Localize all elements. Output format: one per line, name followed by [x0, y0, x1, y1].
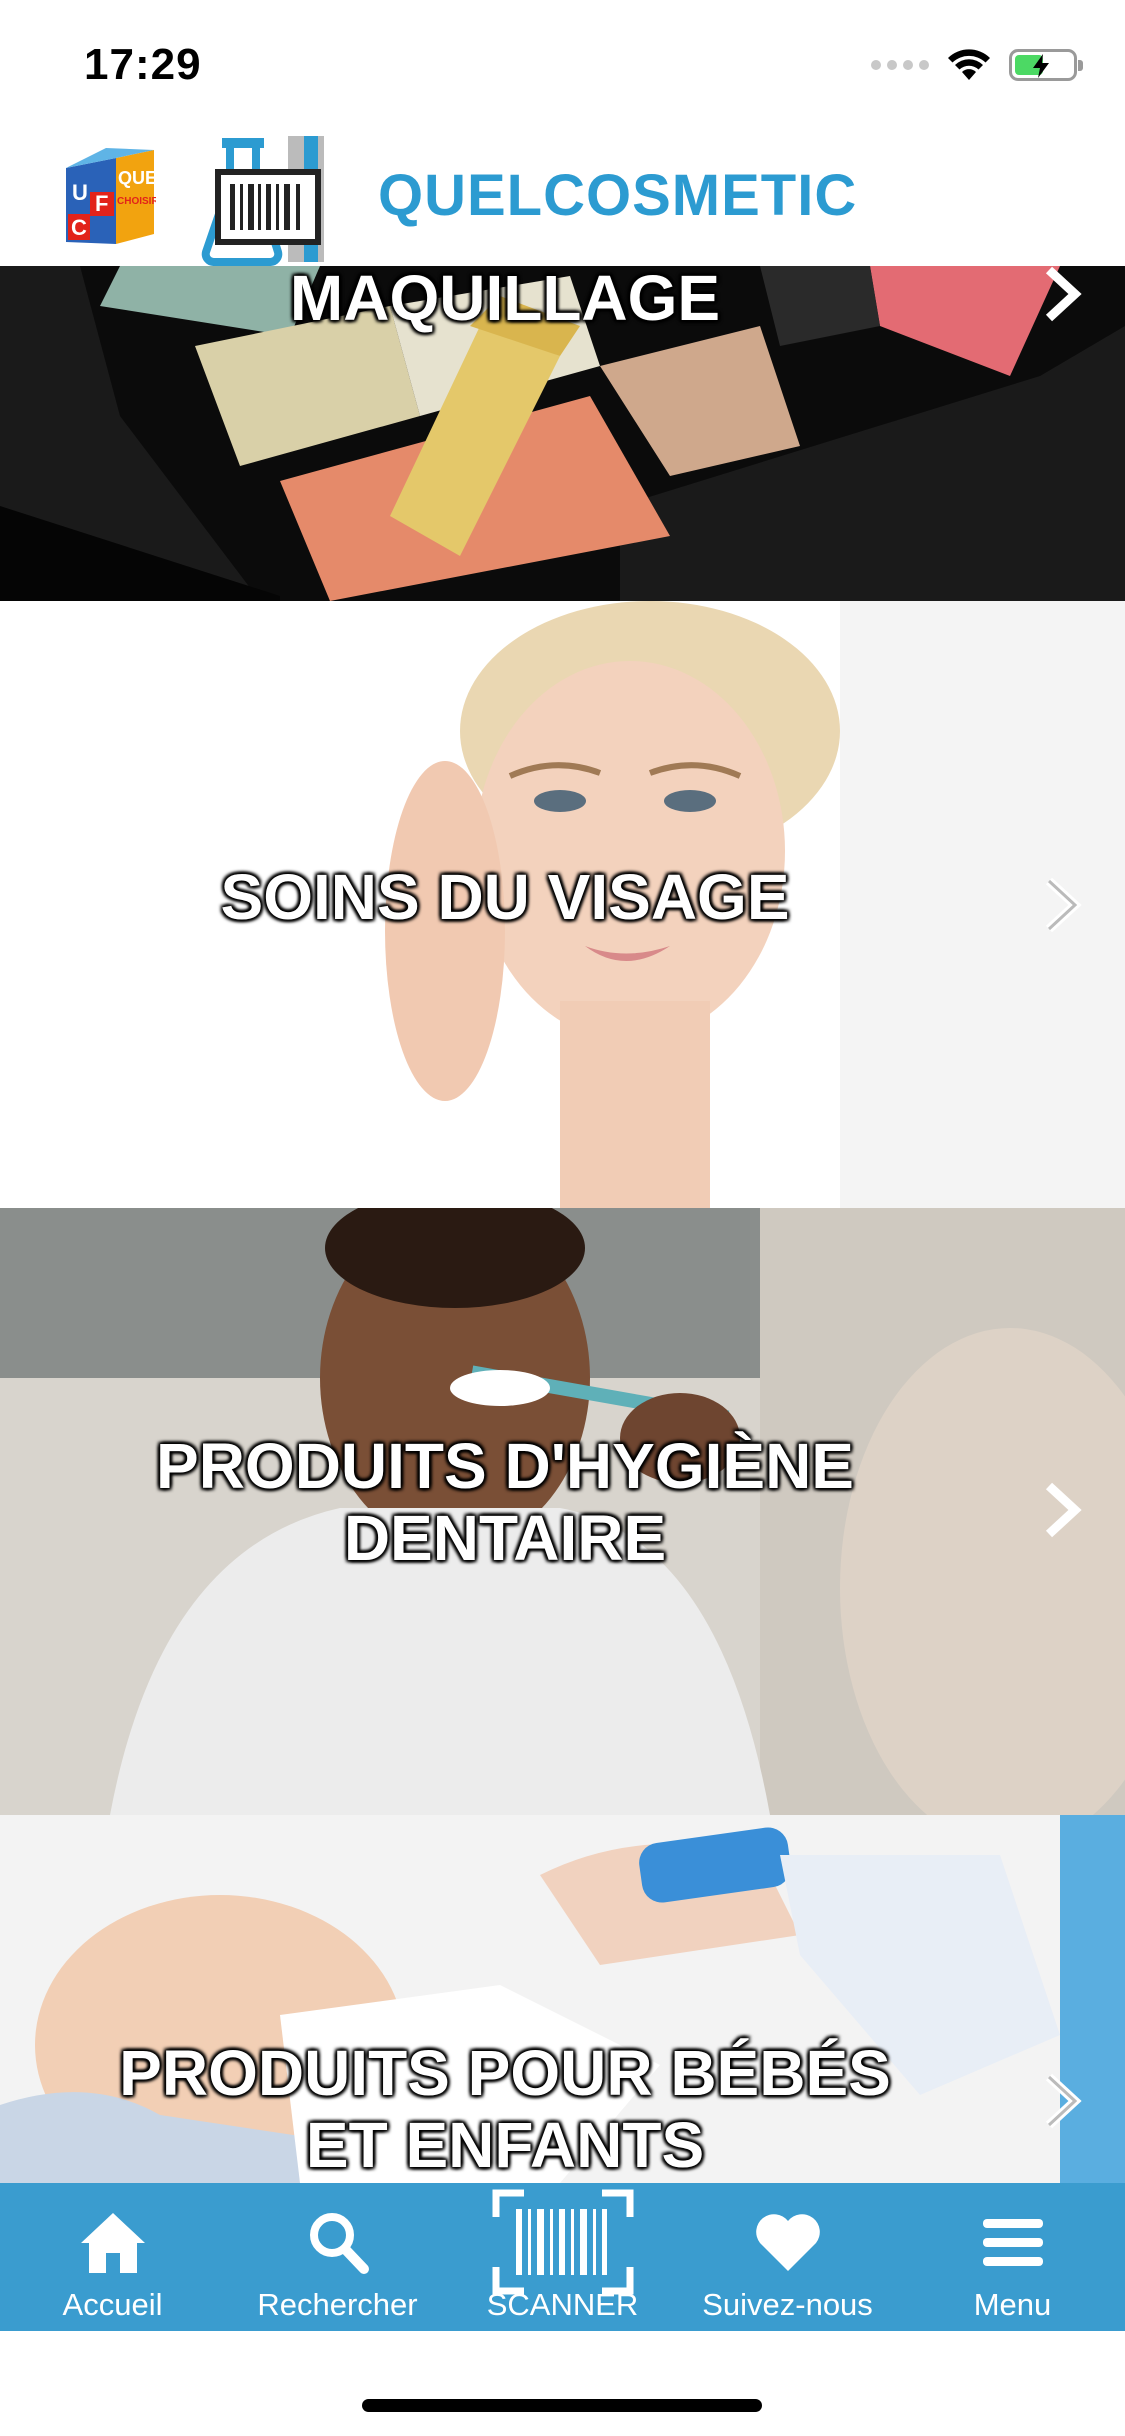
search-icon: [309, 2213, 369, 2274]
category-label: PRODUITS D'HYGIÈNE DENTAIRE: [156, 1430, 854, 1574]
tab-label: Rechercher: [257, 2287, 418, 2322]
category-list: MAQUILLAGE SOINS DU VISAGE PRODUITS D'HY…: [0, 266, 1125, 2183]
tab-label: Suivez-nous: [702, 2287, 873, 2322]
category-label: MAQUILLAGE: [289, 266, 721, 334]
tab-label: Menu: [973, 2287, 1052, 2322]
svg-text:U: U: [72, 180, 88, 205]
tab-bar: Accueil Rechercher SCANNER Suivez-nous M…: [0, 2183, 1125, 2331]
chevron-right-icon: [1045, 877, 1082, 933]
home-indicator[interactable]: [362, 2399, 762, 2412]
tab-rechercher[interactable]: Rechercher: [225, 2183, 450, 2331]
status-bar: 17:29: [0, 0, 1125, 132]
category-makeup[interactable]: MAQUILLAGE: [0, 266, 1125, 601]
category-label: SOINS DU VISAGE: [220, 861, 790, 933]
tab-accueil[interactable]: Accueil: [0, 2183, 225, 2331]
svg-text:CHOISIR: CHOISIR: [117, 196, 156, 207]
chevron-right-icon: [1045, 1482, 1082, 1538]
svg-text:F: F: [95, 191, 108, 216]
tab-scanner[interactable]: SCANNER: [450, 2183, 675, 2331]
svg-text:C: C: [71, 215, 87, 240]
ufc-que-choisir-logo[interactable]: U F C QUE CHOISIR: [60, 146, 156, 250]
category-label: PRODUITS POUR BÉBÉS ET ENFANTS: [119, 2037, 891, 2181]
heart-icon: [755, 2214, 820, 2271]
quelcosmetic-logo[interactable]: [200, 132, 350, 266]
barcode-scan-icon: [492, 2189, 633, 2295]
wifi-icon: [947, 48, 991, 82]
category-baby-kids[interactable]: PRODUITS POUR BÉBÉS ET ENFANTS: [0, 1815, 1125, 2183]
hamburger-icon: [982, 2219, 1043, 2266]
app-header: U F C QUE CHOISIR QUELCOSMETIC: [0, 132, 1125, 266]
tab-menu[interactable]: Menu: [900, 2183, 1125, 2331]
status-time: 17:29: [84, 40, 202, 89]
tab-suivez-nous[interactable]: Suivez-nous: [675, 2183, 900, 2331]
tab-label: Accueil: [62, 2287, 163, 2322]
status-indicators: [871, 48, 1083, 82]
category-face-care[interactable]: SOINS DU VISAGE: [0, 601, 1125, 1208]
battery-icon: [1009, 49, 1083, 81]
chevron-right-icon: [1045, 266, 1082, 322]
app-title: QUELCOSMETIC: [378, 163, 858, 228]
chevron-right-icon: [1045, 2073, 1082, 2129]
home-icon: [80, 2213, 145, 2273]
svg-text:QUE: QUE: [118, 168, 156, 188]
cellular-signal-icon: [871, 60, 929, 70]
category-dental-hygiene[interactable]: PRODUITS D'HYGIÈNE DENTAIRE: [0, 1208, 1125, 1815]
